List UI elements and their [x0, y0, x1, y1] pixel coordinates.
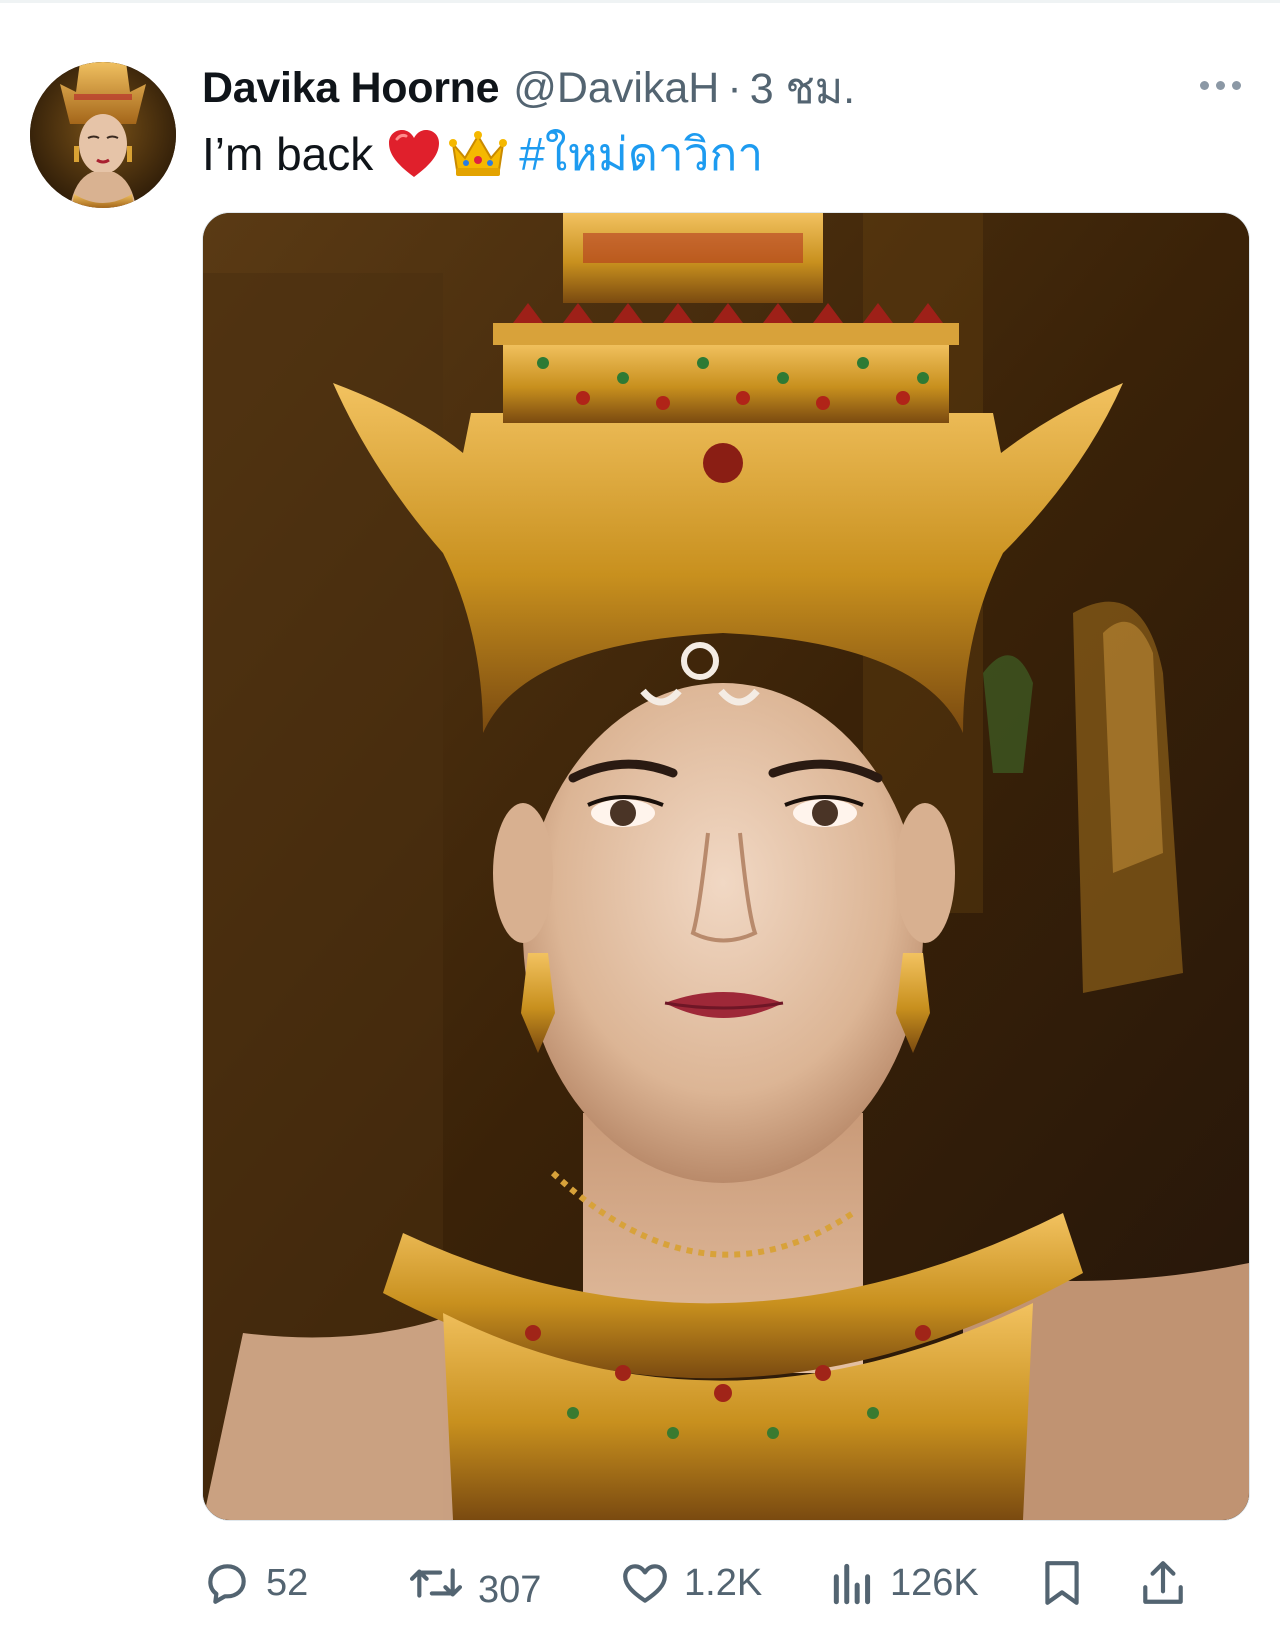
tweet-text-body: I’m back	[202, 128, 374, 180]
hashtag-link[interactable]: #ใหม่ดาวิกา	[519, 118, 763, 191]
reply-count: 52	[266, 1561, 309, 1604]
tweet-header: Davika Hoorne @DavikaH · 3 ชม.	[202, 58, 855, 118]
like-button[interactable]: 1.2K	[620, 1548, 762, 1618]
more-icon	[1199, 80, 1209, 90]
tweet-text: I’m back #ใหม่ดาวิกา	[202, 122, 763, 186]
more-options-button[interactable]	[1192, 70, 1248, 100]
views-button[interactable]: 126K	[830, 1548, 979, 1618]
tweet-action-bar: 52 307 1.2K 126K	[202, 1548, 1248, 1618]
avatar[interactable]	[30, 62, 176, 208]
bookmark-button[interactable]	[1040, 1548, 1084, 1618]
bookmark-icon	[1040, 1558, 1084, 1608]
separator-dot: ·	[727, 63, 742, 112]
user-handle[interactable]: @DavikaH	[513, 64, 719, 113]
timestamp[interactable]: 3 ชม.	[750, 54, 855, 122]
reply-icon	[202, 1558, 252, 1608]
repost-button[interactable]: 307	[408, 1548, 541, 1618]
display-name[interactable]: Davika Hoorne	[202, 64, 500, 113]
share-icon	[1138, 1558, 1188, 1608]
views-count: 126K	[890, 1561, 979, 1604]
repost-icon	[408, 1558, 464, 1608]
tweet-photo[interactable]	[202, 212, 1250, 1521]
reply-button[interactable]: 52	[202, 1548, 308, 1618]
repost-count: 307	[478, 1568, 542, 1611]
views-icon	[830, 1558, 876, 1608]
share-button[interactable]	[1138, 1548, 1188, 1618]
crown-icon	[449, 130, 508, 178]
red-heart-icon	[387, 129, 441, 179]
tweet[interactable]: Davika Hoorne @DavikaH · 3 ชม. I’m back	[0, 0, 1280, 1645]
like-count: 1.2K	[684, 1561, 763, 1604]
more-icon-dot	[1215, 80, 1225, 90]
like-icon	[620, 1558, 670, 1608]
more-icon-dot	[1231, 80, 1241, 90]
